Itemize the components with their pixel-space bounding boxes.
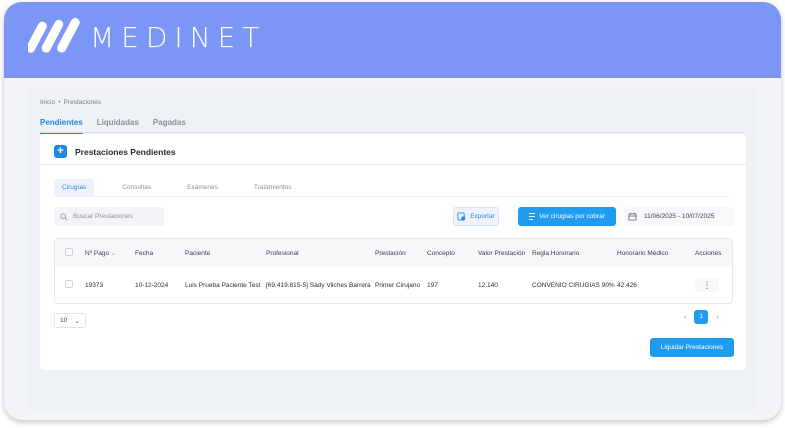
cell-regla: CONVENIO CIRUGIAS 90%: [532, 281, 615, 289]
pagination: ‹ 1 ›: [684, 310, 719, 324]
cell-paciente: Luis Prueba Paciente Test: [185, 281, 261, 289]
breadcrumb-current: Prestaciones: [63, 99, 102, 106]
ver-cirugias-button[interactable]: Ver cirugías por cobrar: [518, 207, 616, 226]
tab-examenes[interactable]: Exámenes: [179, 179, 226, 196]
tabs-divider: [40, 132, 744, 133]
chevron-down-icon: ⌄: [110, 250, 117, 257]
col-honorario: Honorario Médico: [617, 249, 669, 257]
export-icon: [457, 212, 466, 221]
export-button[interactable]: Exportar: [453, 207, 499, 226]
cell-acciones: ⋮: [695, 267, 732, 303]
export-label: Exportar: [470, 213, 495, 220]
select-all-checkbox[interactable]: [65, 248, 73, 256]
card-title: Prestaciones Pendientes: [75, 146, 176, 157]
prestaciones-table: Nº Pago ⌄ Fecha Paciente Profesional Pre…: [54, 238, 733, 304]
row-select-cell: [55, 267, 85, 303]
breadcrumb-separator: •: [58, 99, 61, 106]
page-1-button[interactable]: 1: [694, 310, 709, 324]
date-range-picker[interactable]: 11/06/2025 - 10/07/2025: [624, 207, 734, 226]
col-prestacion: Prestación: [375, 249, 406, 257]
card-divider: [40, 164, 746, 165]
plus-icon: +: [54, 145, 67, 158]
cell-fecha: 10-12-2024: [135, 281, 169, 289]
col-regla: Regla Honorario: [532, 249, 580, 257]
col-valor: Valor Prestación: [478, 249, 526, 257]
col-acciones: Acciones: [695, 249, 722, 257]
search-icon: [60, 212, 68, 221]
page-size-value: 10: [60, 317, 68, 324]
prev-page-icon[interactable]: ‹: [684, 314, 686, 321]
liquidar-prestaciones-button[interactable]: Liquidar Prestaciones: [650, 338, 734, 357]
select-all-cell: [55, 239, 85, 267]
cell-honorario: 42.426: [617, 281, 637, 289]
search-box: [54, 207, 164, 226]
col-concepto: Concepto: [427, 249, 455, 257]
col-paciente: Paciente: [185, 249, 211, 257]
category-tabs-divider: [54, 196, 730, 197]
cell-profesional: [69.419.815-5] Sady Vilches Barrera: [266, 281, 371, 289]
prestaciones-card: + Prestaciones Pendientes Cirugías Consu…: [40, 134, 746, 370]
search-input[interactable]: [73, 213, 159, 220]
page-size-select[interactable]: 10 ⌄: [54, 313, 86, 328]
table-header-row: Nº Pago ⌄ Fecha Paciente Profesional Pre…: [55, 239, 732, 267]
calendar-icon: [628, 212, 637, 221]
cell-concepto: 197: [427, 281, 438, 289]
breadcrumb-home[interactable]: Inicio: [40, 99, 55, 106]
more-actions-icon[interactable]: ⋮: [695, 278, 719, 292]
ver-cirugias-label: Ver cirugías por cobrar: [539, 213, 605, 220]
app-header: MEDINET: [4, 2, 781, 78]
tab-consultas[interactable]: Consultas: [114, 179, 159, 196]
brand-name: MEDINET: [90, 21, 267, 54]
medinet-logo-icon: [28, 17, 80, 53]
list-icon: [529, 213, 536, 220]
card-header: + Prestaciones Pendientes: [54, 145, 176, 158]
table-row[interactable]: 19373 10-12-2024 Luis Prueba Paciente Te…: [55, 267, 732, 303]
main-content: Inicio • Prestaciones Pendientes Liquidada…: [26, 88, 758, 410]
tab-cirugias[interactable]: Cirugías: [54, 179, 95, 196]
col-profesional: Profesional: [266, 249, 299, 257]
date-range-value: 11/06/2025 - 10/07/2025: [644, 213, 715, 220]
cell-prestacion: Primer Cirujano: [375, 281, 421, 289]
cell-nro-pago: 19373: [85, 281, 104, 289]
next-page-icon[interactable]: ›: [716, 314, 718, 321]
cell-valor: 12.140: [478, 281, 498, 289]
breadcrumb: Inicio • Prestaciones: [40, 99, 101, 106]
app-window: MEDINET Inicio • Prestaciones Pendientes L…: [4, 2, 781, 420]
tab-tratamientos[interactable]: Tratamientos: [246, 179, 300, 196]
chevron-down-icon: ⌄: [74, 317, 80, 325]
col-nro-pago[interactable]: Nº Pago ⌄: [85, 239, 135, 267]
category-tabs: Cirugías Consultas Exámenes Tratamientos: [54, 179, 316, 196]
row-checkbox[interactable]: [65, 280, 73, 288]
col-fecha: Fecha: [135, 249, 154, 257]
